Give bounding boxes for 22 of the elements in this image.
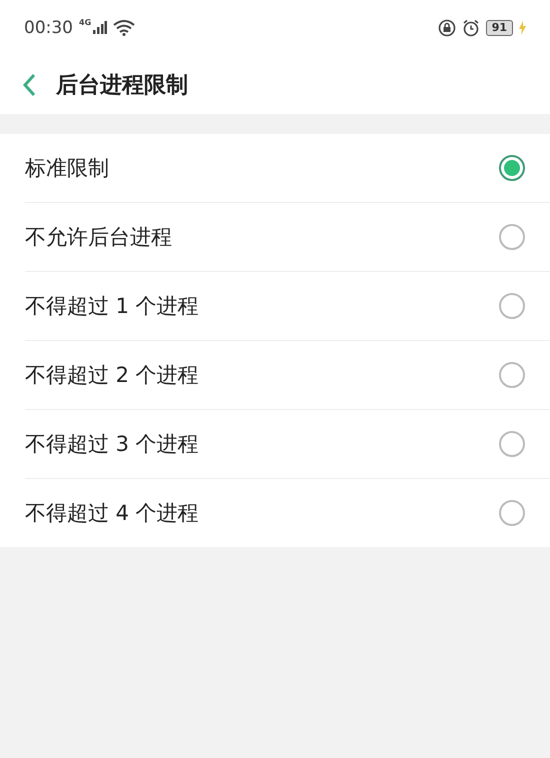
- option-label[interactable]: 标准限制: [25, 154, 109, 182]
- option-label[interactable]: 不得超过 3 个进程: [25, 430, 199, 458]
- alarm-icon: [462, 19, 480, 37]
- option-label[interactable]: 不得超过 4 个进程: [25, 499, 199, 527]
- option-label[interactable]: 不得超过 1 个进程: [25, 292, 199, 320]
- option-label[interactable]: 不得超过 2 个进程: [25, 361, 199, 389]
- status-time: 00:30: [24, 18, 73, 38]
- radio-button[interactable]: [499, 224, 525, 250]
- battery-level: 91: [486, 20, 513, 36]
- radio-button[interactable]: [499, 293, 525, 319]
- network-type: 4G: [79, 18, 92, 27]
- option-label[interactable]: 不允许后台进程: [25, 223, 172, 251]
- lock-icon: [438, 19, 456, 37]
- back-button[interactable]: [22, 73, 36, 97]
- radio-button[interactable]: [499, 362, 525, 388]
- wifi-icon: [113, 20, 136, 36]
- radio-button[interactable]: [499, 500, 525, 526]
- radio-button[interactable]: [499, 155, 525, 181]
- radio-button[interactable]: [499, 431, 525, 457]
- page-title: 后台进程限制: [56, 72, 188, 100]
- signal-icon: [93, 21, 108, 35]
- charging-icon: [519, 21, 526, 35]
